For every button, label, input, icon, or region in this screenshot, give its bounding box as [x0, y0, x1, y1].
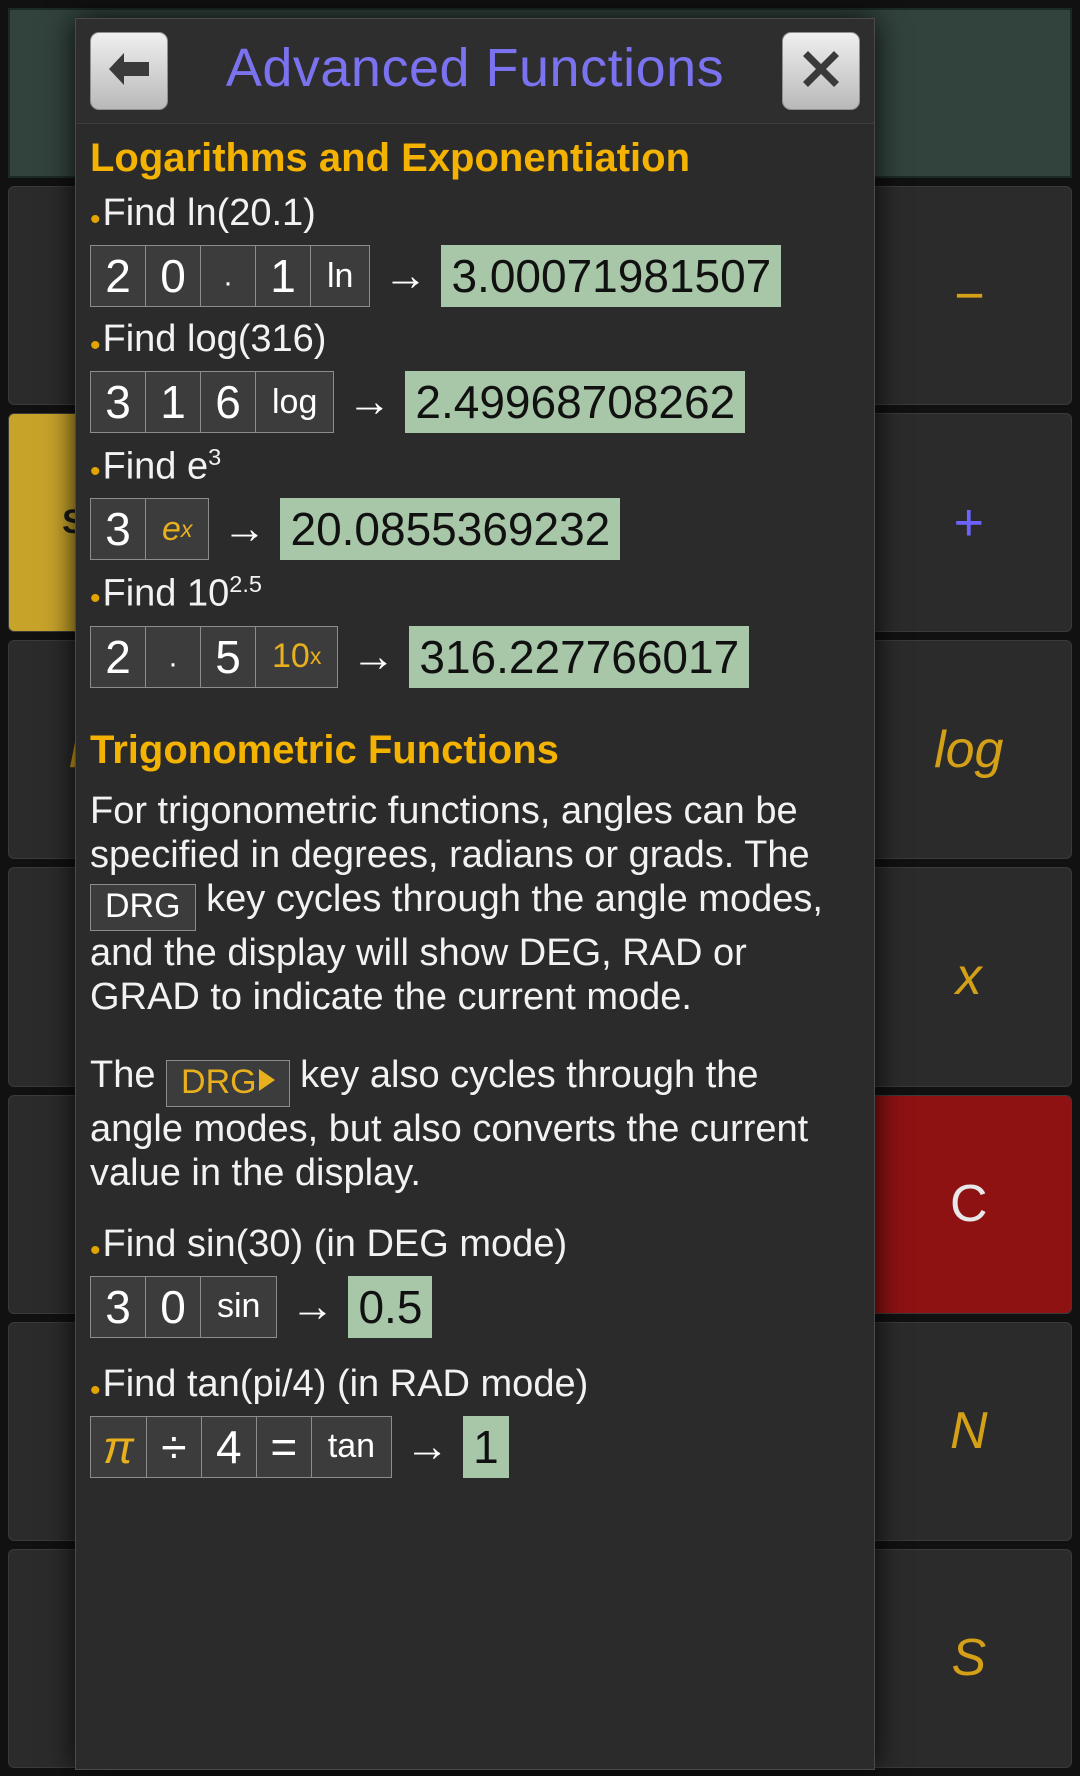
- calc-key[interactable]: +: [865, 413, 1072, 633]
- example-prompt-text: Find log(316): [102, 318, 327, 360]
- calc-key[interactable]: N: [865, 1321, 1072, 1541]
- key-sequence-row: 2 · 5 10 x → 316.227766017: [90, 625, 874, 688]
- key-cap[interactable]: 3: [90, 1275, 146, 1338]
- bullet-dot-icon: •: [90, 582, 101, 616]
- section-heading-trigonometric: Trigonometric Functions: [90, 727, 559, 772]
- key-cap[interactable]: 1: [145, 371, 201, 433]
- key-sequence-row: 2 0 · 1 ln → 3.00071981507: [90, 245, 874, 307]
- key-cap[interactable]: ·: [200, 245, 256, 307]
- calc-key[interactable]: log: [865, 640, 1072, 860]
- key-cap[interactable]: 3: [90, 498, 146, 561]
- example-result: 0.5: [348, 1275, 433, 1338]
- key-cap[interactable]: 1: [255, 245, 311, 307]
- example-result: 2.49968708262: [405, 371, 746, 433]
- bullet-dot-icon: •: [90, 1373, 101, 1407]
- arrow-icon: →: [347, 377, 392, 426]
- trig-paragraph-2-part-a: The: [90, 1054, 156, 1097]
- section-heading-logarithms: Logarithms and Exponentiation: [90, 136, 691, 180]
- key-sequence-row: π ÷ 4 = tan → 1: [90, 1415, 874, 1478]
- arrow-icon: →: [383, 251, 428, 300]
- example-result: 20.0855369232: [280, 498, 621, 561]
- trig-paragraph-1: For trigonometric functions, angles can …: [90, 789, 860, 1019]
- example-prompt-text: Find 102.5: [102, 571, 262, 616]
- close-button[interactable]: [782, 32, 860, 110]
- key-cap[interactable]: 6: [200, 371, 256, 433]
- drg-key-chip[interactable]: DRG: [90, 884, 196, 932]
- key-cap[interactable]: 4: [200, 1415, 257, 1478]
- key-cap[interactable]: =: [255, 1415, 312, 1478]
- bullet-dot-icon: •: [90, 1233, 101, 1267]
- key-cap[interactable]: ·: [145, 625, 201, 688]
- triangle-right-icon: [258, 1069, 275, 1092]
- example-result: 3.00071981507: [441, 245, 782, 307]
- arrow-icon: →: [405, 1421, 450, 1471]
- back-arrow-icon: [106, 50, 152, 93]
- example-prompt-text: Find e3: [102, 444, 222, 488]
- key-cap[interactable]: 0: [145, 1275, 201, 1338]
- bullet-dot-icon: •: [90, 203, 101, 236]
- example-prompt-text: Find tan(pi/4) (in RAD mode): [102, 1362, 589, 1405]
- drg-convert-key-chip[interactable]: DRG: [166, 1060, 290, 1108]
- example-prompt-text: Find ln(20.1): [102, 192, 316, 234]
- arrow-icon: →: [290, 1281, 335, 1331]
- key-cap-pow10[interactable]: 10 x: [255, 625, 339, 688]
- page-title: Advanced Functions: [225, 38, 725, 98]
- example-result: 1: [463, 1415, 509, 1478]
- calc-key[interactable]: −: [865, 186, 1072, 406]
- dialog-content[interactable]: Logarithms and Exponentiation • Find ln(…: [76, 124, 874, 1769]
- calc-key[interactable]: x: [865, 867, 1072, 1087]
- key-cap[interactable]: log: [255, 371, 335, 433]
- example-result: 316.227766017: [409, 625, 750, 688]
- example-prompt-text: Find sin(30) (in DEG mode): [102, 1222, 568, 1265]
- key-cap[interactable]: ln: [310, 245, 371, 307]
- example-prompt: • Find log(316): [90, 318, 874, 362]
- key-cap[interactable]: 5: [200, 625, 256, 688]
- key-cap[interactable]: ÷: [145, 1415, 202, 1478]
- trig-paragraph-2: The DRG key also cycles through the angl…: [90, 1053, 860, 1195]
- example-prompt: • Find e3: [90, 444, 874, 488]
- close-x-icon: [799, 47, 843, 96]
- example-prompt: • Find tan(pi/4) (in RAD mode): [90, 1362, 874, 1407]
- key-cap[interactable]: tan: [310, 1415, 393, 1478]
- key-cap[interactable]: 2: [90, 245, 146, 307]
- key-sequence-row: 3 0 sin → 0.5: [90, 1275, 874, 1338]
- example-prompt-exponent: 2.5: [229, 571, 262, 598]
- example-prompt: • Find ln(20.1): [90, 192, 874, 236]
- key-sequence-row: 3 1 6 log → 2.49968708262: [90, 371, 874, 433]
- example-prompt: • Find 102.5: [90, 571, 874, 616]
- key-cap[interactable]: 2: [90, 625, 146, 688]
- key-cap[interactable]: sin: [200, 1275, 278, 1338]
- bullet-dot-icon: •: [90, 329, 101, 362]
- calc-key-clear[interactable]: C: [865, 1094, 1072, 1314]
- arrow-icon: →: [351, 631, 396, 681]
- calc-key[interactable]: S: [865, 1548, 1072, 1768]
- key-cap-pi[interactable]: π: [90, 1415, 147, 1478]
- example-prompt-exponent: 3: [208, 444, 222, 470]
- trig-paragraph-1-part-b: key cycles through the angle modes, and …: [90, 878, 823, 1019]
- arrow-icon: →: [222, 504, 267, 554]
- trig-paragraph-1-part-a: For trigonometric functions, angles can …: [90, 789, 810, 876]
- key-sequence-row: 3 ex → 20.0855369232: [90, 498, 874, 561]
- advanced-functions-dialog: Advanced Functions Logarithms and Expone…: [75, 18, 875, 1770]
- example-prompt: • Find sin(30) (in DEG mode): [90, 1222, 874, 1267]
- key-cap[interactable]: 0: [145, 245, 201, 307]
- key-cap[interactable]: 3: [90, 371, 146, 433]
- key-cap-exp[interactable]: ex: [145, 498, 210, 561]
- bullet-dot-icon: •: [90, 455, 101, 488]
- dialog-header: Advanced Functions: [76, 19, 874, 124]
- back-button[interactable]: [90, 32, 168, 110]
